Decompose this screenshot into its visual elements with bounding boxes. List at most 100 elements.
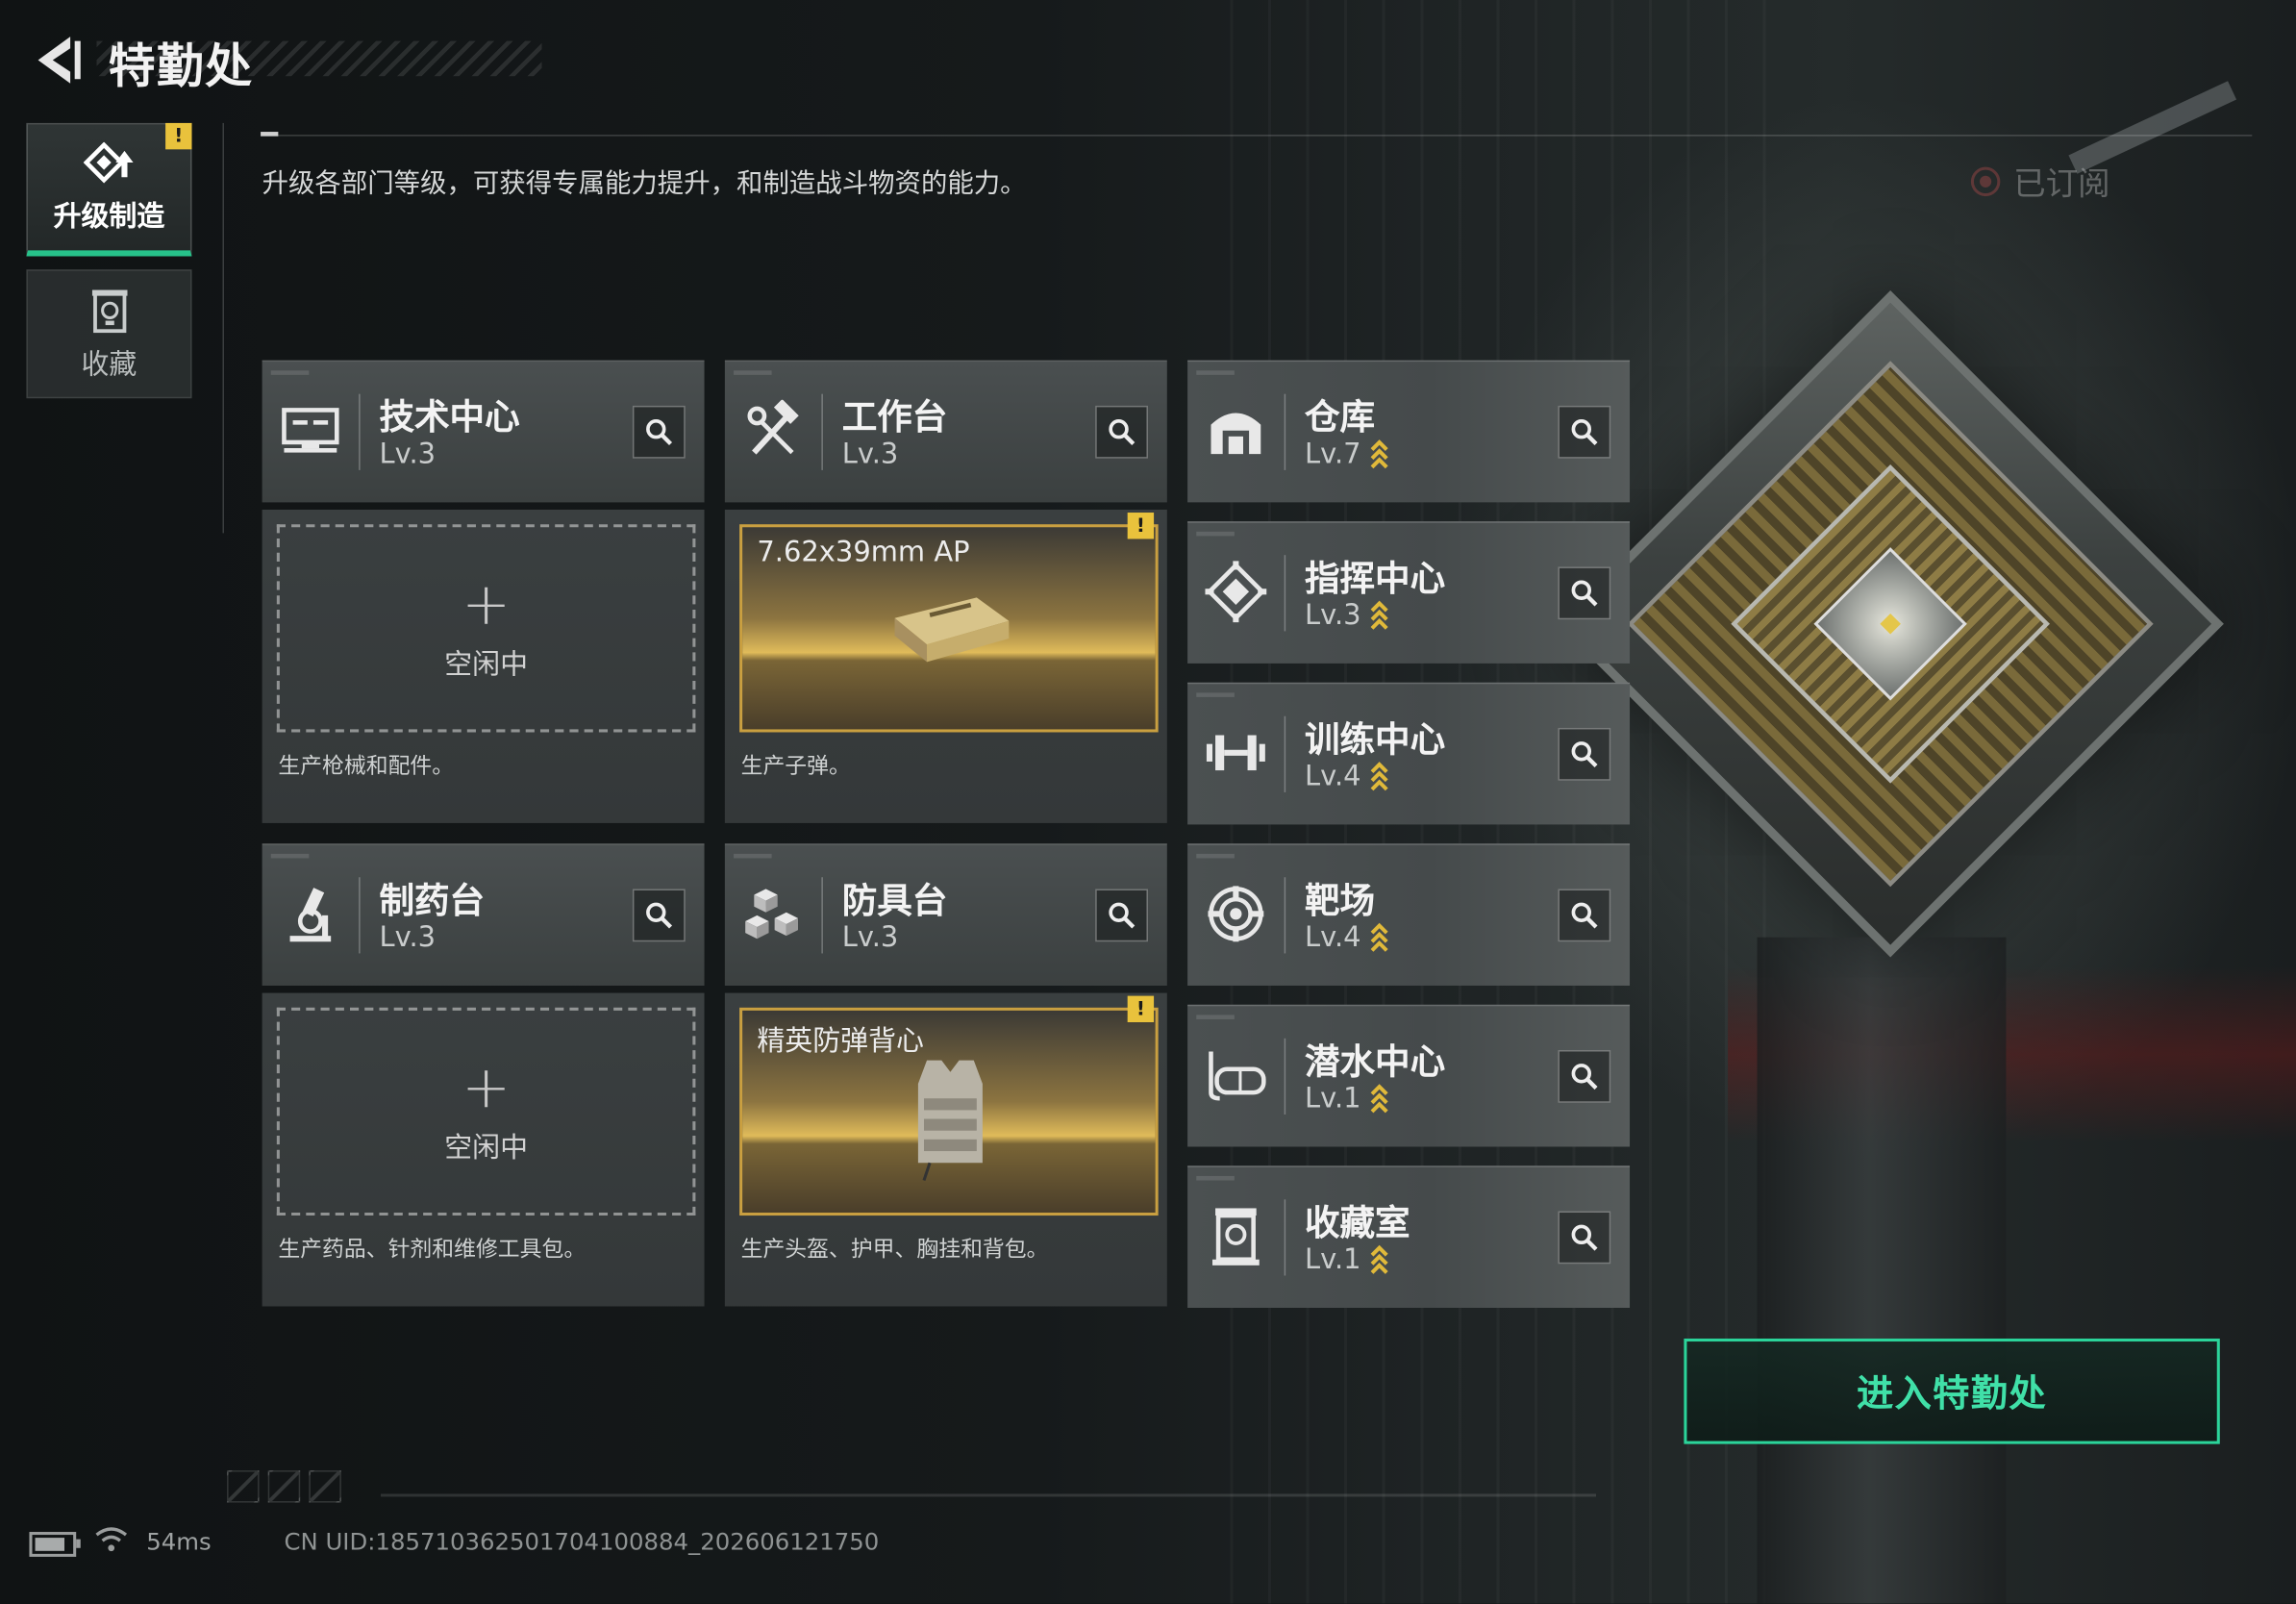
page-title: 特勤处 (108, 38, 254, 94)
card-corner (1196, 692, 1235, 697)
divider-mark (261, 132, 279, 137)
search-icon (1571, 741, 1598, 768)
production-description: 生产枪械和配件。 (278, 752, 455, 780)
header-separator (1284, 1038, 1286, 1115)
department-card-diving-center[interactable]: 潜水中心 Lv.1 (1187, 1004, 1631, 1147)
department-card-workbench[interactable]: 工作台 Lv.3 (724, 360, 1167, 503)
department-level-row: Lv.3 (842, 438, 899, 470)
search-icon (1571, 1224, 1598, 1251)
hammer-wrench-icon (739, 397, 807, 464)
card-corner (1196, 531, 1235, 537)
upgrade-available-icon (1371, 439, 1389, 469)
header-separator (359, 393, 361, 470)
vest-icon (917, 1060, 983, 1181)
department-card-armor-bench[interactable]: 防具台 Lv.3 (724, 843, 1167, 986)
department-level: Lv.3 (841, 920, 899, 954)
department-card-command-center[interactable]: 指挥中心 Lv.3 (1187, 521, 1631, 664)
idle-status: 空闲中 (444, 1131, 529, 1164)
upgrade-available-icon (1371, 600, 1389, 630)
battery-icon (29, 1532, 81, 1557)
header-divider (261, 135, 2253, 137)
search-button[interactable] (1558, 727, 1611, 781)
subscribed-label: 已订阅 (2013, 166, 2110, 204)
department-level-row: Lv.3 (842, 921, 899, 954)
subscribed-status[interactable]: 已订阅 (1969, 158, 2110, 205)
ammo-box-icon (894, 597, 1010, 663)
sidebar-tab-collection[interactable]: 收藏 (26, 269, 192, 399)
search-button[interactable] (1558, 1049, 1611, 1103)
sidebar-divider (222, 122, 225, 534)
production-panel-armor-bench: 精英防弹背心 ! 生产头盔、护甲、胸挂和背包。 (724, 992, 1167, 1307)
idle-slot[interactable]: + 空闲中 (276, 1007, 696, 1216)
production-item[interactable]: 精英防弹背心 (739, 1007, 1159, 1216)
user-uid: CN UID:18571036250170410088​4_2026061217… (284, 1527, 880, 1556)
search-button[interactable] (632, 889, 686, 942)
monitor-icon (277, 397, 344, 464)
enter-special-ops-button[interactable]: 进入特勤处 (1684, 1338, 2220, 1444)
department-card-training-center[interactable]: 训练中心 Lv.4 (1187, 682, 1631, 825)
footer-decoration (227, 1470, 341, 1503)
card-corner (1196, 1175, 1235, 1181)
facility-cube-illustration (1537, 271, 2226, 960)
search-button[interactable] (1558, 566, 1611, 620)
footer-divider (380, 1493, 1597, 1497)
search-button[interactable] (1558, 405, 1611, 459)
department-name: 防具台 (841, 880, 948, 921)
department-name: 仓库 (1304, 396, 1376, 439)
alert-badge: ! (165, 122, 192, 150)
search-icon (646, 419, 673, 445)
search-icon (646, 902, 673, 929)
department-level: Lv.4 (1304, 920, 1361, 954)
department-name: 潜水中心 (1304, 1040, 1446, 1083)
target-icon (1202, 880, 1269, 947)
wifi-icon (95, 1527, 128, 1552)
department-name: 训练中心 (1304, 718, 1446, 761)
search-button[interactable] (1095, 889, 1149, 942)
department-name: 指挥中心 (1304, 558, 1446, 599)
header-separator (821, 393, 823, 470)
card-corner (734, 370, 772, 375)
department-level-row: Lv.1 (1304, 1242, 1390, 1276)
header-separator (1284, 555, 1286, 632)
idle-slot[interactable]: + 空闲中 (276, 524, 696, 733)
department-level: Lv.1 (1304, 1242, 1361, 1276)
department-level: Lv.3 (379, 438, 437, 470)
search-button[interactable] (1095, 405, 1149, 459)
sidebar-tab-label: 升级制造 (53, 199, 165, 233)
header-separator (1284, 393, 1286, 470)
search-button[interactable] (632, 405, 686, 459)
subscribe-icon (1970, 166, 2001, 197)
upgrade-available-icon (1371, 762, 1389, 791)
header-separator (359, 877, 361, 954)
special-ops-screen: 特勤处 升级各部门等级，可获得专属能力提升，和制造战斗物资的能力。 已订阅 ! … (0, 0, 2296, 1604)
search-icon (1109, 902, 1136, 929)
dumbbell-icon (1202, 719, 1269, 787)
alert-badge: ! (1127, 513, 1155, 539)
department-name: 靶场 (1304, 880, 1376, 921)
department-card-shooting-range[interactable]: 靶场 Lv.4 (1187, 843, 1631, 986)
collection-icon (91, 288, 127, 333)
header-separator (1284, 715, 1286, 792)
display-case-icon (1202, 1202, 1269, 1269)
production-description: 生产子弹。 (740, 752, 851, 780)
department-card-warehouse[interactable]: 仓库 Lv.7 (1187, 360, 1631, 503)
network-latency: 54ms (146, 1527, 212, 1556)
production-item[interactable]: 7.62x39mm AP (739, 524, 1159, 733)
department-name: 制药台 (379, 880, 486, 921)
card-corner (734, 853, 772, 859)
department-card-pharmacy[interactable]: 制药台 Lv.3 (262, 843, 705, 986)
department-card-tech-center[interactable]: 技术中心 Lv.3 (262, 360, 705, 503)
sidebar-tab-upgrade[interactable]: ! 升级制造 (26, 122, 192, 257)
idle-status: 空闲中 (444, 647, 529, 681)
back-button[interactable] (26, 33, 85, 88)
production-panel-workbench: 7.62x39mm AP ! 生产子弹。 (724, 509, 1167, 823)
search-button[interactable] (1558, 889, 1611, 942)
department-level: Lv.4 (1304, 760, 1361, 792)
department-card-collection-room[interactable]: 收藏室 Lv.1 (1187, 1165, 1631, 1309)
header-separator (1284, 877, 1286, 954)
back-arrow-icon (37, 37, 81, 84)
department-level-row: Lv.4 (1305, 760, 1390, 792)
card-corner (270, 853, 310, 859)
search-button[interactable] (1558, 1211, 1611, 1265)
production-description: 生产头盔、护甲、胸挂和背包。 (740, 1236, 1049, 1263)
